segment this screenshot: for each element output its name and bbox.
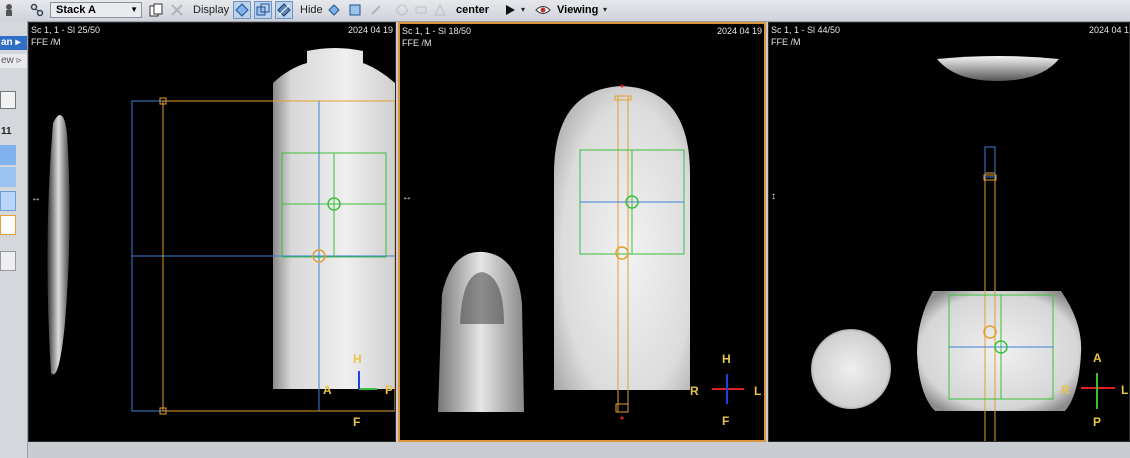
panel-tab-view-label: ew — [1, 55, 14, 66]
orientation-top: H — [353, 352, 362, 366]
viewport-coronal-image — [438, 84, 744, 420]
display-stack-icon[interactable] — [275, 1, 293, 19]
orientation-left: R — [1061, 383, 1070, 397]
panel-bar-1[interactable] — [0, 145, 16, 165]
side-arrow-icon: ↔ — [402, 192, 412, 203]
display-label: Display — [193, 4, 230, 16]
viewport-axial-image — [811, 56, 1115, 441]
bottom-status-strip — [28, 444, 1130, 458]
viewport-sagittal[interactable]: Sc 1, 1 - Sl 25/50 2024 04 19 FFE /M ↔ H… — [28, 22, 396, 442]
viewing-label[interactable]: Viewing — [557, 4, 598, 16]
play-dropdown-icon[interactable]: ▾ — [521, 5, 525, 14]
tool-disabled-2-icon[interactable] — [412, 1, 430, 19]
protocol-info: FFE /M — [31, 37, 61, 47]
series-info: Sc 1, 1 - Sl 25/50 — [31, 25, 101, 35]
orientation-right: L — [754, 384, 762, 398]
panel-bar-3[interactable] — [0, 191, 16, 211]
stack-link-icon[interactable] — [28, 1, 46, 19]
tool-disabled-1-icon[interactable] — [393, 1, 411, 19]
panel-tab-plan[interactable]: an ▸ — [0, 36, 27, 50]
orientation-bottom: F — [353, 415, 361, 429]
orientation-right: P — [385, 383, 394, 397]
orientation-right: L — [1121, 383, 1129, 397]
display-plane-icon[interactable] — [233, 1, 251, 19]
center-label[interactable]: center — [456, 4, 489, 16]
tool-disabled-3-icon[interactable] — [431, 1, 449, 19]
orientation-top: H — [722, 352, 731, 366]
display-box-icon[interactable] — [254, 1, 272, 19]
side-arrow-icon: ↕ — [771, 191, 776, 202]
side-arrow-icon: ↔ — [31, 193, 41, 204]
panel-button[interactable] — [0, 251, 16, 271]
notes-icon[interactable] — [0, 91, 16, 109]
play-icon[interactable] — [501, 1, 519, 19]
hide-label: Hide — [300, 4, 323, 16]
toolbar: Stack A ▼ Display Hide center ▾ Viewing — [0, 0, 1130, 22]
hide-box-icon[interactable] — [346, 1, 364, 19]
panel-bar-4[interactable] — [0, 215, 16, 235]
orientation-top: A — [1093, 351, 1102, 365]
stack-select-value: Stack A — [56, 4, 96, 16]
panel-tab-view[interactable]: ew ▹ — [0, 54, 27, 68]
panel-bar-2[interactable] — [0, 167, 16, 187]
delete-icon[interactable] — [168, 1, 186, 19]
hide-extra-icon[interactable] — [367, 1, 385, 19]
viewing-dropdown-icon[interactable]: ▾ — [603, 5, 607, 14]
left-panel: an ▸ ew ▹ 11 — [0, 21, 28, 458]
stack-select[interactable]: Stack A ▼ — [50, 2, 142, 18]
orientation-bottom: F — [722, 414, 730, 428]
count-label: 11 — [1, 126, 12, 137]
viewport-sagittal-image — [47, 48, 395, 415]
viewport-coronal[interactable]: Sc 1, 1 - Sl 18/50 2024 04 19 FFE /M ↔ H… — [398, 22, 766, 442]
study-date: 2024 04 19 — [347, 25, 393, 35]
protocol-info: FFE /M — [402, 38, 432, 48]
hide-plane-icon[interactable] — [325, 1, 343, 19]
protocol-info: FFE /M — [771, 37, 801, 47]
orientation-left: R — [690, 384, 699, 398]
copy-icon[interactable] — [147, 1, 165, 19]
orientation-bottom: P — [1093, 415, 1102, 429]
orientation-left: A — [323, 383, 332, 397]
patient-icon[interactable] — [0, 1, 18, 19]
viewing-eye-icon[interactable] — [534, 1, 552, 19]
study-date: 2024 04 19 — [716, 26, 762, 36]
viewport-axial[interactable]: Sc 1, 1 - Sl 44/50 2024 04 1 FFE /M ↕ A … — [768, 22, 1130, 442]
chevron-down-icon: ▼ — [130, 5, 138, 14]
series-info: Sc 1, 1 - Sl 44/50 — [771, 25, 841, 35]
series-info: Sc 1, 1 - Sl 18/50 — [402, 26, 472, 36]
panel-tab-plan-label: an — [1, 37, 13, 48]
study-date: 2024 04 1 — [1088, 25, 1129, 35]
